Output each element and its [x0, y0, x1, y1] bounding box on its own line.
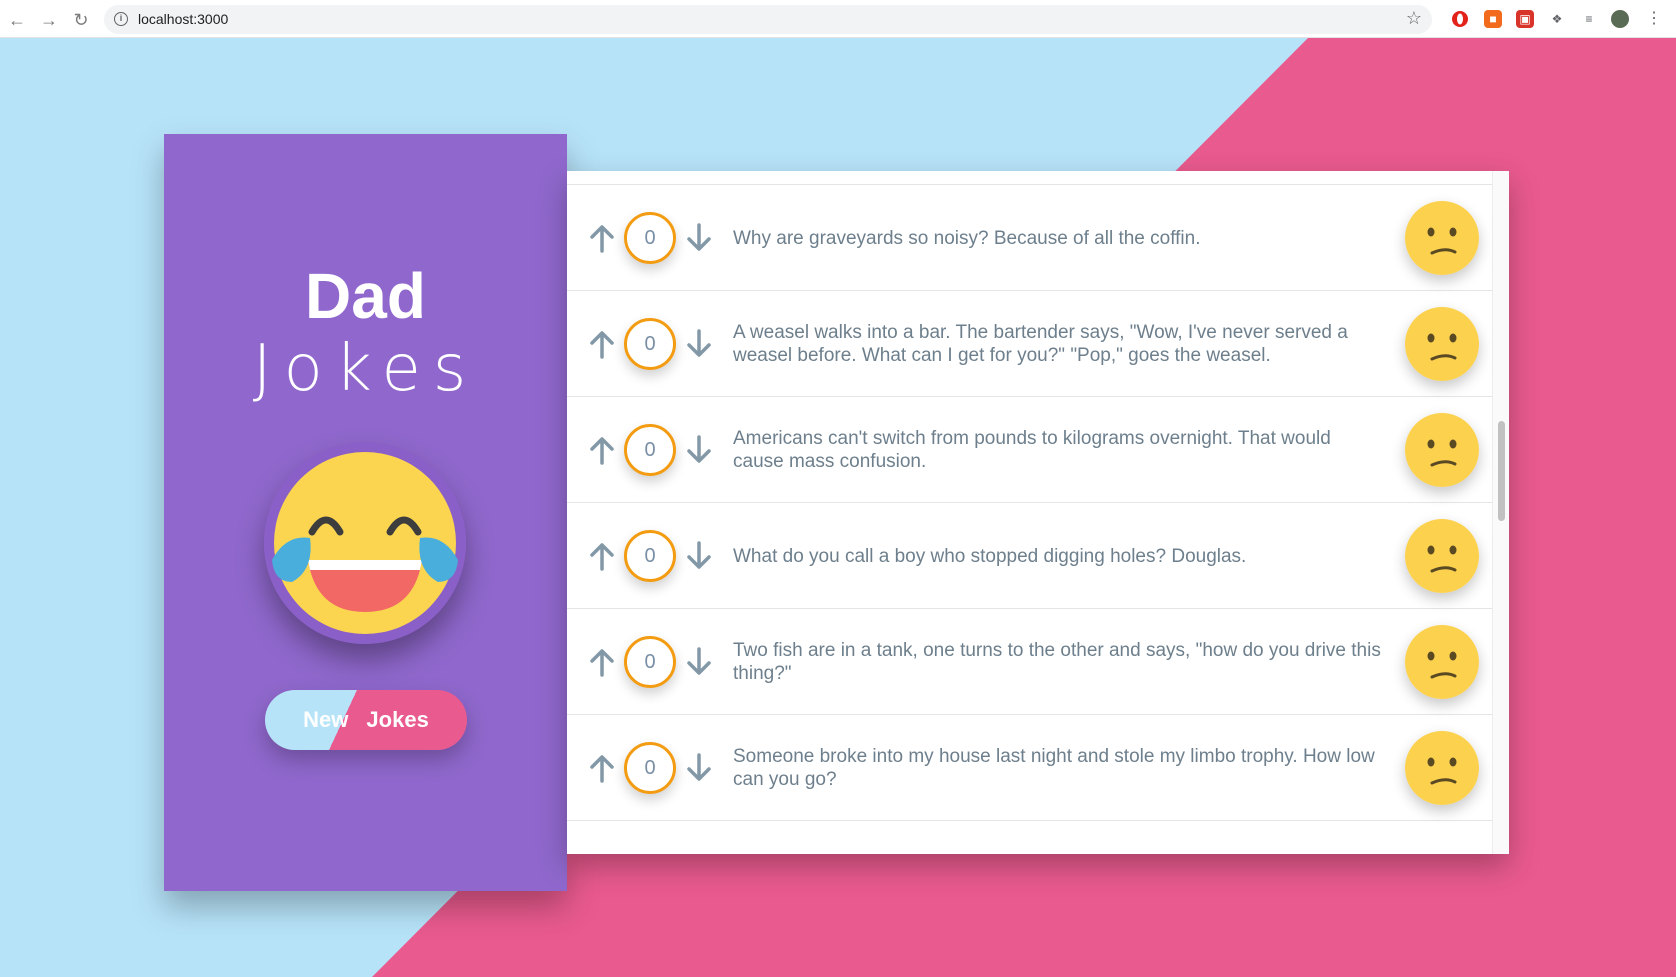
- joke-score: 0: [624, 636, 676, 688]
- joke-text: What do you call a boy who stopped diggi…: [733, 503, 1381, 609]
- opera-extension-icon[interactable]: [1451, 10, 1469, 28]
- joke-score: 0: [624, 530, 676, 582]
- avatar[interactable]: [1611, 10, 1629, 28]
- arrow-down-icon[interactable]: [685, 329, 713, 359]
- joke-text: Someone broke into my house last night a…: [733, 715, 1381, 821]
- joke-row: 0 Someone broke into my house last night …: [567, 715, 1492, 821]
- joke-row: 0 Americans can't switch from pounds to k…: [567, 397, 1492, 503]
- new-jokes-button-word1: New: [303, 707, 349, 732]
- joke-text-content: Americans can't switch from pounds to ki…: [733, 428, 1331, 472]
- arrow-up-icon[interactable]: [588, 541, 616, 571]
- arrow-left-icon[interactable]: ←: [6, 9, 28, 31]
- laughing-tears-emoji-icon: [264, 442, 466, 644]
- joke-score: 0: [624, 318, 676, 370]
- confused-face-icon: [1405, 307, 1479, 381]
- confused-face-icon: [1405, 519, 1479, 593]
- joke-row: 0 Why are graveyards so noisy? Because of…: [567, 185, 1492, 291]
- extension-red-icon[interactable]: ▣: [1516, 10, 1534, 28]
- arrow-down-icon[interactable]: [685, 647, 713, 677]
- confused-face-icon: [1405, 201, 1479, 275]
- arrow-down-icon[interactable]: [685, 753, 713, 783]
- title-jokes: Jokes: [252, 332, 479, 406]
- extension-off-icon[interactable]: ■: [1484, 10, 1502, 28]
- joke-text-content: Someone broke into my house last night a…: [733, 746, 1375, 790]
- joke-text: Why are graveyards so noisy? Because of …: [733, 185, 1381, 291]
- address-bar[interactable]: i localhost:3000 ☆: [104, 5, 1432, 34]
- joke-score: 0: [624, 212, 676, 264]
- arrow-down-icon[interactable]: [685, 435, 713, 465]
- star-icon[interactable]: ☆: [1406, 8, 1422, 29]
- playlist-icon[interactable]: ≡: [1580, 10, 1598, 28]
- browser-toolbar: ← → ↻ i localhost:3000 ☆ ■ ▣ ❖ ≡ ⋮: [0, 0, 1676, 38]
- joke-text-content: Why are graveyards so noisy? Because of …: [733, 227, 1201, 249]
- joke-row: 0 Two fish are in a tank, one turns to th…: [567, 609, 1492, 715]
- arrow-up-icon[interactable]: [588, 329, 616, 359]
- joke-score: 0: [624, 742, 676, 794]
- info-icon[interactable]: i: [114, 12, 128, 26]
- confused-face-icon: [1405, 625, 1479, 699]
- joke-score: 0: [624, 424, 676, 476]
- confused-face-icon: [1405, 413, 1479, 487]
- arrow-down-icon[interactable]: [685, 541, 713, 571]
- confused-face-icon: [1405, 731, 1479, 805]
- title-dad: Dad: [305, 260, 426, 332]
- joke-row: 0 A weasel walks into a bar. The bartende…: [567, 291, 1492, 397]
- puzzle-icon[interactable]: ❖: [1548, 10, 1566, 28]
- joke-text: A weasel walks into a bar. The bartender…: [733, 291, 1381, 397]
- arrow-right-icon[interactable]: →: [38, 9, 60, 31]
- joke-text: Two fish are in a tank, one turns to the…: [733, 609, 1381, 715]
- joke-text: Americans can't switch from pounds to ki…: [733, 397, 1381, 503]
- arrow-down-icon[interactable]: [685, 223, 713, 253]
- reload-icon[interactable]: ↻: [70, 9, 92, 31]
- list-item-partial: [567, 171, 1492, 185]
- joke-text-content: Two fish are in a tank, one turns to the…: [733, 640, 1381, 684]
- joke-text-content: A weasel walks into a bar. The bartender…: [733, 322, 1348, 366]
- scrollbar-thumb[interactable]: [1498, 421, 1505, 521]
- joke-text-content: What do you call a boy who stopped diggi…: [733, 545, 1247, 567]
- jokes-list: 0 Why are graveyards so noisy? Because of…: [567, 171, 1492, 854]
- menu-icon[interactable]: ⋮: [1645, 10, 1663, 28]
- new-jokes-button[interactable]: New Jokes: [265, 690, 467, 750]
- url-text[interactable]: localhost:3000: [138, 11, 228, 27]
- scrollbar[interactable]: [1492, 171, 1509, 854]
- arrow-up-icon[interactable]: [588, 753, 616, 783]
- arrow-up-icon[interactable]: [588, 435, 616, 465]
- new-jokes-button-word2: Jokes: [366, 707, 429, 732]
- arrow-up-icon[interactable]: [588, 647, 616, 677]
- joke-row: 0 What do you call a boy who stopped digg…: [567, 503, 1492, 609]
- jokes-panel: 0 Why are graveyards so noisy? Because of…: [567, 171, 1509, 854]
- sidebar: Dad Jokes New Jokes: [164, 134, 567, 891]
- arrow-up-icon[interactable]: [588, 223, 616, 253]
